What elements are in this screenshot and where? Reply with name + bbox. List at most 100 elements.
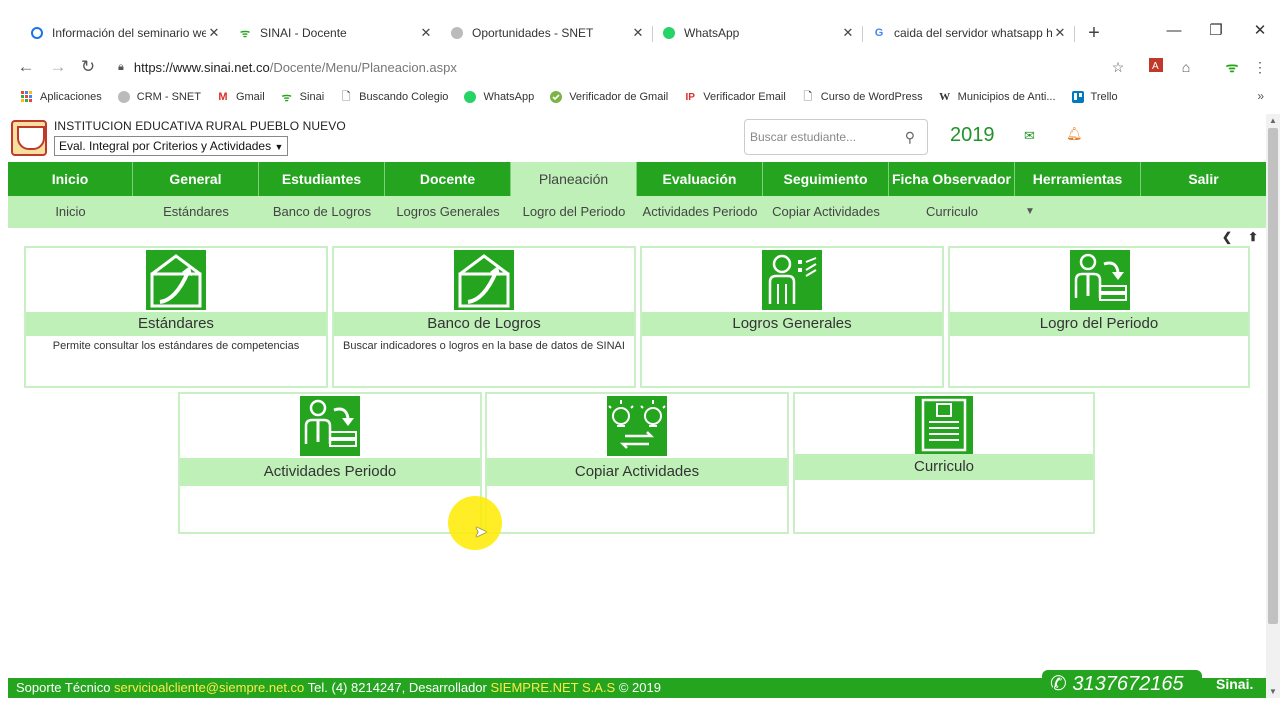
forward-icon[interactable]: → xyxy=(48,54,68,80)
card-actividades-periodo[interactable]: Actividades Periodo xyxy=(178,392,482,534)
student-search-input[interactable]: Buscar estudiante... ⚲ xyxy=(744,119,928,155)
search-icon[interactable]: ⚲ xyxy=(905,120,915,154)
tab-seminario[interactable]: Información del seminario web ✕ xyxy=(20,20,228,46)
card-title: Actividades Periodo xyxy=(180,458,480,486)
tab-google-search[interactable]: G caida del servidor whatsapp ho ✕ xyxy=(862,20,1074,46)
card-banco-logros[interactable]: Banco de Logros Buscar indicadores o log… xyxy=(332,246,636,388)
bookmark-gmail[interactable]: M Gmail xyxy=(216,90,264,104)
bookmark-buscando-colegio[interactable]: 🗋︎ Buscando Colegio xyxy=(339,90,449,104)
bookmark-verificador-gmail[interactable]: Verificador de Gmail xyxy=(549,90,668,104)
sinai-extension-icon[interactable]: ᯤ xyxy=(1222,57,1242,77)
lock-icon: 🔒︎ xyxy=(118,60,124,73)
nav-general[interactable]: General xyxy=(133,162,259,196)
bookmark-sinai[interactable]: ᯤ Sinai xyxy=(280,90,325,104)
url-host: https://www.sinai.net.co xyxy=(133,59,270,75)
close-icon[interactable]: ✕ xyxy=(206,25,222,41)
page-scrollbar[interactable]: ▲ ▼ xyxy=(1266,114,1280,698)
url-field[interactable]: 🔒︎ https://www.sinai.net.co/Docente/Menu… xyxy=(118,57,457,77)
bookmarks-bar: Aplicaciones CRM - SNET M Gmail ᯤ Sinai … xyxy=(0,86,1280,108)
sub-nav: Inicio Estándares Banco de Logros Logros… xyxy=(8,196,1266,228)
pdf-extension-icon[interactable]: A xyxy=(1146,57,1166,77)
minimize-icon[interactable]: — xyxy=(1154,20,1194,46)
bookmark-whatsapp[interactable]: WhatsApp xyxy=(463,90,534,104)
subnav-inicio[interactable]: Inicio xyxy=(8,196,133,228)
school-logo-icon xyxy=(11,120,47,156)
close-icon[interactable]: ✕ xyxy=(840,25,856,41)
nav-estudiantes[interactable]: Estudiantes xyxy=(259,162,385,196)
card-copiar-actividades[interactable]: Copiar Actividades xyxy=(485,392,789,534)
check-circle-icon xyxy=(549,90,563,104)
nav-planeacion[interactable]: Planeación xyxy=(511,162,637,196)
restore-icon[interactable]: ❐ xyxy=(1196,20,1236,46)
bookmarks-more-button[interactable]: » xyxy=(1257,89,1264,103)
bookmark-crm[interactable]: CRM - SNET xyxy=(117,90,201,104)
subnav-logro-periodo[interactable]: Logro del Periodo xyxy=(511,196,637,228)
nav-inicio[interactable]: Inicio xyxy=(8,162,133,196)
nav-herramientas[interactable]: Herramientas xyxy=(1015,162,1141,196)
tab-whatsapp[interactable]: WhatsApp ✕ xyxy=(652,20,862,46)
nav-docente[interactable]: Docente xyxy=(385,162,511,196)
bell-icon[interactable]: 🔔︎ xyxy=(1066,126,1083,142)
menu-kebab-icon[interactable]: ⋮ xyxy=(1250,57,1270,77)
arrow-up-icon[interactable]: ⬆ xyxy=(1248,230,1258,244)
subnav-logros-generales[interactable]: Logros Generales xyxy=(385,196,511,228)
subnav-dropdown-icon[interactable]: ▼ xyxy=(1015,196,1045,228)
collapse-left-icon[interactable]: ❮ xyxy=(1222,230,1232,244)
bookmark-trello[interactable]: Trello xyxy=(1071,90,1118,104)
page-icon: 🗋︎ xyxy=(803,90,813,103)
nav-seguimiento[interactable]: Seguimiento xyxy=(763,162,889,196)
bookmark-curso-wordpress[interactable]: 🗋︎ Curso de WordPress xyxy=(801,90,923,104)
star-icon[interactable]: ☆ xyxy=(1108,57,1128,77)
card-title: Estándares xyxy=(26,312,326,336)
tab-sinai-docente[interactable]: ᯤ SINAI - Docente ✕ xyxy=(228,20,440,46)
page-icon: 🗋︎ xyxy=(341,90,351,103)
person-arrow-icon xyxy=(1070,250,1130,310)
back-icon[interactable]: ← xyxy=(16,54,36,80)
bookmark-verificador-email[interactable]: IP Verificador Email xyxy=(683,90,786,104)
close-icon[interactable]: ✕ xyxy=(418,25,434,41)
subnav-actividades-periodo[interactable]: Actividades Periodo xyxy=(637,196,763,228)
nav-evaluacion[interactable]: Evaluación xyxy=(637,162,763,196)
reload-icon[interactable]: ↻ xyxy=(78,54,98,80)
subnav-estandares[interactable]: Estándares xyxy=(133,196,259,228)
developer-link[interactable]: SIEMPRE.NET S.A.S xyxy=(490,680,615,695)
close-window-icon[interactable]: ✕ xyxy=(1240,20,1280,46)
nav-ficha-observador[interactable]: Ficha Observador xyxy=(889,162,1015,196)
card-description: Buscar indicadores o logros en la base d… xyxy=(343,340,625,352)
card-title: Logro del Periodo xyxy=(950,312,1248,336)
tab-oportunidades[interactable]: Oportunidades - SNET ✕ xyxy=(440,20,652,46)
mouse-pointer-icon: ➤ xyxy=(474,524,488,541)
support-email-link[interactable]: servicioalcliente@siempre.net.co xyxy=(114,680,304,695)
document-icon xyxy=(915,396,973,454)
inbox-extension-icon[interactable]: ⌂ xyxy=(1176,57,1196,77)
person-arrow-icon xyxy=(300,396,360,456)
scroll-down-icon[interactable]: ▼ xyxy=(1266,687,1280,696)
bookmark-label: Curso de WordPress xyxy=(820,91,923,103)
bookmark-apps[interactable]: Aplicaciones xyxy=(20,90,102,104)
footer-prefix: Soporte Técnico xyxy=(16,680,115,695)
eval-type-select[interactable]: Eval. Integral por Criterios y Actividad… xyxy=(54,136,289,156)
card-estandares[interactable]: Estándares Permite consultar los estánda… xyxy=(24,246,328,388)
card-description: Permite consultar los estándares de comp… xyxy=(52,340,300,352)
whatsapp-number: 3137672165 xyxy=(1072,673,1184,695)
card-logro-periodo[interactable]: Logro del Periodo xyxy=(948,246,1250,388)
tab-title: Información del seminario web xyxy=(52,26,206,40)
year-label: 2019 xyxy=(950,124,995,146)
scroll-thumb[interactable] xyxy=(1268,128,1278,624)
close-icon[interactable]: ✕ xyxy=(1052,25,1068,41)
mail-icon[interactable]: ✉ xyxy=(1024,128,1035,144)
tab-title: WhatsApp xyxy=(684,26,740,40)
nav-salir[interactable]: Salir xyxy=(1141,162,1266,196)
card-curriculo[interactable]: Curriculo xyxy=(793,392,1095,534)
scroll-up-icon[interactable]: ▲ xyxy=(1266,116,1280,125)
whatsapp-contact-badge[interactable]: ✆ 3137672165 xyxy=(1042,670,1202,698)
close-icon[interactable]: ✕ xyxy=(630,25,646,41)
bookmark-municipios[interactable]: W Municipios de Anti... xyxy=(938,90,1055,104)
card-logros-generales[interactable]: Logros Generales xyxy=(640,246,944,388)
subnav-copiar-actividades[interactable]: Copiar Actividades xyxy=(763,196,889,228)
new-tab-icon[interactable]: + xyxy=(1084,20,1104,46)
subnav-banco-logros[interactable]: Banco de Logros xyxy=(259,196,385,228)
tab-title: Oportunidades - SNET xyxy=(472,26,594,40)
whatsapp-icon xyxy=(662,26,676,40)
subnav-curriculo[interactable]: Curriculo xyxy=(889,196,1015,228)
